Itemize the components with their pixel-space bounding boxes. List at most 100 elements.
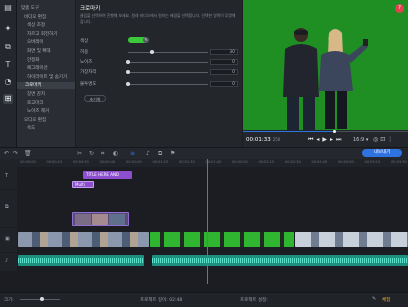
title-track-header: T <box>0 167 17 189</box>
sidebar-item[interactable]: 오버레이 <box>27 39 44 46</box>
slider-track[interactable] <box>128 52 208 53</box>
title-track-icon[interactable]: T <box>5 173 8 179</box>
slider-handle[interactable] <box>150 50 154 54</box>
overlay-track-header: ⧉ <box>0 190 17 227</box>
slider-label: 가장자리 <box>80 70 97 75</box>
sidebar-item[interactable]: 자르고 회전하기 <box>27 31 57 38</box>
audio-clip-1[interactable] <box>18 255 144 266</box>
playhead[interactable] <box>207 159 208 284</box>
ruler-tick: 00:03:00 <box>338 160 354 164</box>
aspect-select[interactable]: 16:9 ▾ <box>353 137 368 143</box>
slider-handle[interactable] <box>126 70 130 74</box>
cut-icon[interactable]: ✂ <box>77 150 82 157</box>
tool-rail: ▤ ✦ ⧉ T ◔ ⊞ <box>0 0 17 147</box>
sidebar-item[interactable]: 화면 및 확대 <box>27 48 51 55</box>
export-button[interactable]: 내보내기 <box>362 149 402 157</box>
audio-waveform-2 <box>152 258 408 263</box>
slider-track[interactable] <box>128 62 208 63</box>
audio-icon[interactable]: ♪ <box>146 150 150 157</box>
sidebar-item[interactable]: 하이라이트 및 숨기기 <box>27 74 67 81</box>
stickers-icon[interactable]: ◔ <box>3 77 13 87</box>
delete-icon[interactable]: 🗑 <box>24 150 32 157</box>
slider-handle[interactable] <box>126 60 130 64</box>
video-clip-1[interactable] <box>18 232 149 247</box>
sidebar-item[interactable]: 속도 <box>27 125 35 132</box>
settings-icon[interactable]: ✎ <box>372 296 376 302</box>
progress-handle[interactable] <box>333 130 336 133</box>
reset-button[interactable]: 초기화 <box>84 95 106 102</box>
zoom-slider-handle[interactable] <box>40 297 44 301</box>
video-clip-3[interactable] <box>295 232 408 247</box>
rotate-icon[interactable]: ↻ <box>89 150 94 157</box>
effect-clip[interactable]: Multi <box>72 181 94 188</box>
filters-icon[interactable]: ✦ <box>3 24 13 34</box>
title-clip[interactable]: TITLE HERE AND <box>83 171 132 179</box>
slider-label: 노이즈 <box>80 60 93 65</box>
sidebar-item[interactable]: 페그레이션 <box>27 65 48 72</box>
overlay-thumb-1 <box>75 214 91 225</box>
timeline-area[interactable]: T ⧉ ▣ ♪ TITLE HERE AND Multi <box>0 159 408 292</box>
current-time: 00:01:33 250 <box>246 137 280 143</box>
sidebar-item[interactable]: 노이즈 제거 <box>27 108 49 115</box>
video-clip-1-thumbs <box>18 232 149 247</box>
trial-badge[interactable]: 체험 <box>382 297 390 303</box>
scale-label: 크기: <box>4 298 14 303</box>
audio-track-icon[interactable]: ♪ <box>5 258 8 264</box>
sidebar-item[interactable]: 로고마크 <box>27 100 44 107</box>
slider-track[interactable] <box>128 84 208 85</box>
slider-value[interactable]: 0 <box>210 69 238 75</box>
crop-icon[interactable]: ⌗ <box>101 150 104 158</box>
project-settings-label: 프로젝트 설정: <box>240 298 268 303</box>
audio-waveform-1 <box>18 258 144 263</box>
preview-subjects <box>283 28 368 130</box>
titles-icon[interactable]: T <box>3 60 13 70</box>
ruler-tick: 00:03:15 <box>364 160 381 164</box>
sidebar-item[interactable]: 안정화 <box>27 57 39 64</box>
audio-clip-2[interactable] <box>152 255 408 266</box>
slider-track[interactable] <box>128 72 208 73</box>
video-preview[interactable]: ? <box>243 0 408 130</box>
transport-buttons[interactable]: ⏮◂▶▸⏭ <box>308 136 344 144</box>
transitions-icon[interactable]: ⧉ <box>3 42 13 52</box>
ruler-tick: 00:02:00 <box>232 160 248 164</box>
eyedropper-icon[interactable]: ✎ <box>143 37 149 43</box>
chroma-icon[interactable]: ⧉ <box>158 150 162 158</box>
help-button[interactable]: ? <box>395 4 404 13</box>
slider-value[interactable]: 30 <box>210 49 238 55</box>
overlay-thumb-2 <box>92 214 108 225</box>
video-track-icon[interactable]: ▣ <box>5 236 10 242</box>
panel-description: 클립을 선택하여 진행해 보세요. 원래 비디오에서 원하는 배경을 선택합니다… <box>80 13 236 24</box>
ruler-tick: 00:00:00 <box>20 160 36 164</box>
video-clip-2[interactable] <box>150 232 294 247</box>
sidebar-item[interactable]: 장면 감지 <box>27 91 45 98</box>
slider-handle[interactable] <box>126 82 130 86</box>
color-adjust-icon[interactable]: ◐ <box>113 150 118 157</box>
ruler-tick: 00:03:30 <box>391 160 407 164</box>
sidebar-item[interactable]: 비디오 편집 <box>24 14 46 21</box>
slider-value[interactable]: 0 <box>210 59 238 65</box>
import-icon[interactable]: ▤ <box>3 3 13 13</box>
sidebar-item[interactable]: 크로마키 <box>17 82 75 90</box>
undo-icon[interactable]: ↶ <box>4 150 9 157</box>
clip-properties-icon[interactable]: ≡ <box>130 150 135 157</box>
ruler-tick: 00:01:15 <box>152 160 169 164</box>
overlay-track-icon[interactable]: ⧉ <box>5 204 9 210</box>
slider-value[interactable]: 0 <box>210 81 238 87</box>
status-bar: 크기: 프로젝트 길이: 02:48 프로젝트 설정: ✎ 체험 <box>0 292 408 307</box>
effect-clip-label: Multi <box>75 182 85 187</box>
marker-icon[interactable]: ⚑ <box>170 150 175 157</box>
color-label: 색상 <box>80 39 89 44</box>
project-duration: 프로젝트 길이: 02:48 <box>140 298 183 303</box>
tools-sidebar: 맞춤 도구비디오 편집 색상 조정자르고 회전하기 오버레이화면 및 확대안정화 페그… <box>17 0 75 147</box>
sidebar-item[interactable]: 색상 조정 <box>27 22 45 29</box>
more-tools-icon[interactable]: ⊞ <box>3 94 13 104</box>
player-extra-icons[interactable]: ◎⊡⋮ <box>373 136 395 143</box>
ruler-tick: 00:01:00 <box>126 160 142 164</box>
audio-track-header: ♪ <box>0 253 17 271</box>
redo-icon[interactable]: ↷ <box>13 150 18 157</box>
ruler-tick: 00:02:45 <box>311 160 328 164</box>
sidebar-item[interactable]: 맞춤 도구 <box>21 5 39 12</box>
time-main: 00:01:33 <box>246 137 271 143</box>
sidebar-item[interactable]: 오디오 편집 <box>24 117 46 124</box>
overlay-clip[interactable] <box>72 212 129 226</box>
